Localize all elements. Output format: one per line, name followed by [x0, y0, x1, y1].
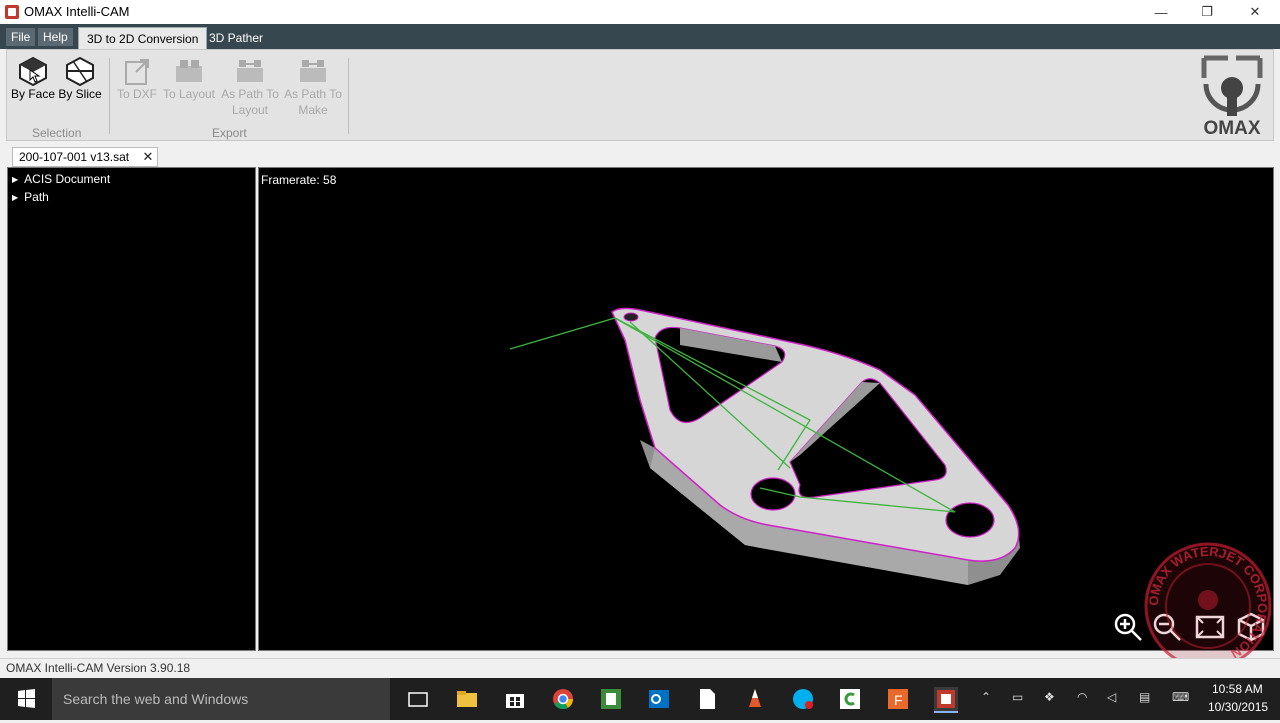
camtasia-icon[interactable] [838, 687, 862, 711]
tree-item-path[interactable]: ▶ Path [12, 190, 49, 204]
clock-date[interactable]: 10/30/2015 [1208, 700, 1268, 714]
to-layout-label: To Layout [162, 87, 216, 101]
framerate-readout: Framerate: 58 [261, 173, 337, 187]
path-make-icon [298, 56, 328, 84]
layout-icon [174, 56, 204, 84]
tree-item-label: Path [24, 190, 49, 204]
by-slice-button[interactable]: By Slice [55, 56, 105, 102]
document-tab[interactable]: 200-107-001 v13.sat ✕ [12, 147, 159, 167]
export-group-label: Export [212, 126, 247, 140]
task-view-icon[interactable] [406, 687, 430, 711]
export-file-icon [122, 56, 152, 85]
as-path-to-layout-button[interactable]: As Path To Layout [219, 56, 281, 118]
menu-help[interactable]: Help [38, 28, 73, 46]
selection-group-label: Selection [32, 126, 82, 140]
keyboard-icon[interactable]: ⌨ [1172, 690, 1189, 704]
clock-time[interactable]: 10:58 AM [1212, 682, 1263, 696]
pen-app-icon[interactable] [743, 687, 767, 711]
store-icon[interactable] [503, 687, 527, 711]
start-button[interactable] [0, 678, 52, 720]
wifi-icon[interactable]: ◠ [1077, 690, 1087, 704]
by-face-label: By Face [10, 87, 55, 101]
taskbar-search-placeholder: Search the web and Windows [63, 691, 249, 707]
orange-app-icon[interactable]: F [886, 687, 910, 711]
menu-file[interactable]: File [6, 28, 36, 46]
3d-part-model[interactable] [258, 167, 1274, 651]
svg-text:OMAX: OMAX [1204, 118, 1261, 138]
to-layout-button[interactable]: To Layout [162, 56, 216, 102]
as-path-to-make-button[interactable]: As Path To Make [282, 56, 344, 118]
tree-item-label: ACIS Document [24, 172, 111, 186]
file-explorer-icon[interactable] [455, 687, 479, 711]
by-slice-icon [65, 56, 95, 87]
as-path-to-layout-label-2: Layout [231, 103, 269, 117]
tab-3d-to-2d-conversion[interactable]: 3D to 2D Conversion [78, 27, 208, 50]
chrome-icon[interactable] [551, 687, 575, 711]
outlook-icon[interactable] [647, 687, 671, 711]
tab-3d-pather[interactable]: 3D Pather [209, 31, 263, 45]
as-path-to-make-label-1: As Path To [284, 87, 342, 101]
intelli-cam-taskbar-icon[interactable] [934, 687, 958, 713]
title-bar [0, 0, 1280, 24]
version-status: OMAX Intelli-CAM Version 3.90.18 [6, 661, 191, 675]
as-path-to-make-label-2: Make [298, 103, 328, 117]
ribbon-separator [109, 58, 110, 134]
by-slice-label: By Slice [58, 87, 102, 101]
zoom-in-icon[interactable] [1113, 612, 1143, 642]
to-dxf-button[interactable]: To DXF [112, 56, 162, 102]
green-app-icon[interactable] [599, 687, 623, 711]
watermark-seal: OMAX WATERJET CORPORATION [1142, 540, 1274, 672]
tree-item-acis-document[interactable]: ▶ ACIS Document [12, 172, 110, 186]
dropbox-icon[interactable]: ❖ [1044, 690, 1055, 704]
omax-logo: OMAX [1196, 54, 1268, 139]
document-icon[interactable] [695, 687, 719, 711]
action-center-icon[interactable]: ▤ [1139, 690, 1150, 704]
ribbon-separator [348, 58, 349, 134]
close-button[interactable]: ✕ [1232, 0, 1278, 24]
by-face-icon [18, 56, 48, 87]
by-face-button[interactable]: By Face [8, 56, 58, 102]
document-tab-close-icon[interactable]: ✕ [142, 149, 153, 164]
volume-icon[interactable]: ◁ [1107, 690, 1116, 704]
maximize-button[interactable]: ❐ [1184, 0, 1230, 24]
skype-icon[interactable] [791, 687, 815, 711]
battery-icon[interactable]: ▭ [1012, 690, 1023, 704]
expand-arrow-icon[interactable]: ▶ [12, 193, 18, 202]
tray-overflow-icon[interactable]: ⌃ [981, 690, 991, 704]
path-layout-icon [235, 56, 265, 84]
windows-logo-icon [18, 689, 35, 708]
minimize-button[interactable]: — [1138, 0, 1184, 24]
expand-arrow-icon[interactable]: ▶ [12, 175, 18, 184]
document-tab-name: 200-107-001 v13.sat [19, 150, 130, 164]
status-bar [0, 658, 1280, 679]
app-icon [5, 5, 19, 19]
window-title: OMAX Intelli-CAM [24, 4, 130, 19]
svg-text:F: F [894, 692, 903, 708]
to-dxf-label: To DXF [116, 87, 157, 101]
model-tree-panel [7, 167, 256, 651]
as-path-to-layout-label-1: As Path To [221, 87, 279, 101]
